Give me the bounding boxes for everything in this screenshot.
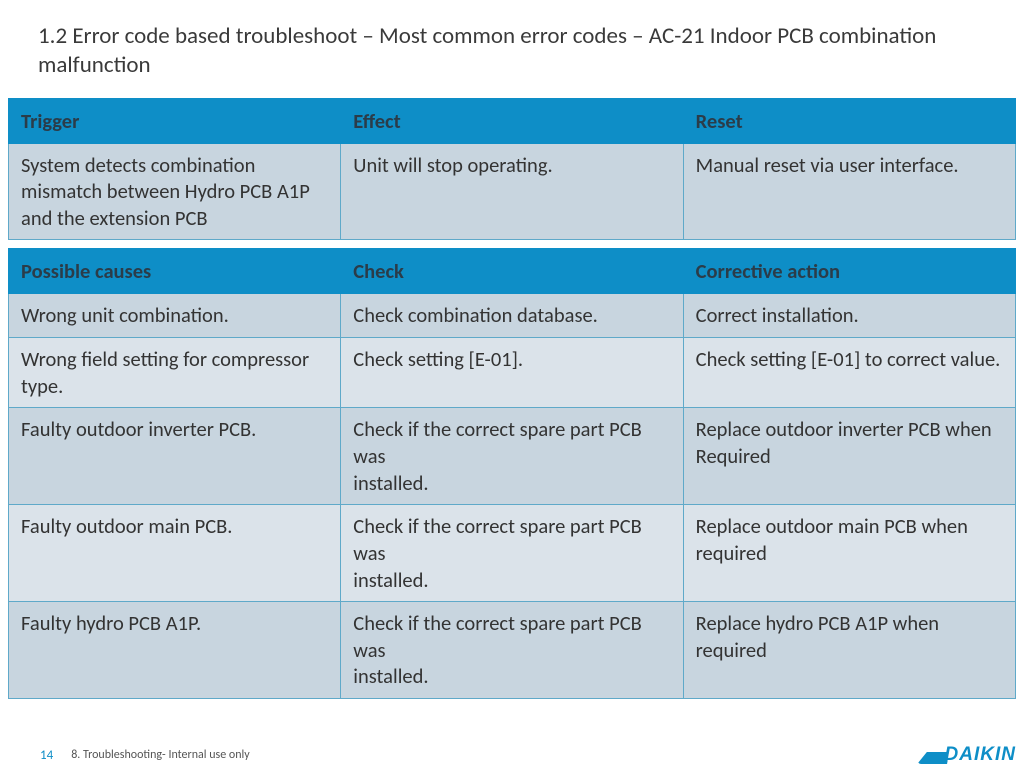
cell-action: Correct installation. [683,294,1015,338]
cell-trigger: System detects combination mismatch betw… [9,143,341,240]
cell-cause: Wrong field setting for compressor type. [9,338,341,408]
page-title: 1.2 Error code based troubleshoot – Most… [0,0,1024,98]
th-causes: Possible causes [9,249,341,294]
cell-action: Replace hydro PCB A1P when required [683,602,1015,699]
cell-check: Check setting [E-01]. [341,338,683,408]
cell-cause: Wrong unit combination. [9,294,341,338]
cell-action: Replace outdoor inverter PCB whenRequire… [683,408,1015,505]
cell-check: Check combination database. [341,294,683,338]
brand-name: DAIKIN [945,744,1016,766]
table-trigger-effect-reset: Trigger Effect Reset System detects comb… [8,98,1016,241]
cell-reset: Manual reset via user interface. [683,143,1015,240]
table-row: System detects combination mismatch betw… [9,143,1016,240]
cell-check: Check if the correct spare part PCB wasi… [341,602,683,699]
cell-check: Check if the correct spare part PCB wasi… [341,505,683,602]
cell-cause: Faulty outdoor inverter PCB. [9,408,341,505]
table-row: Faulty outdoor inverter PCB. Check if th… [9,408,1016,505]
cell-cause: Faulty outdoor main PCB. [9,505,341,602]
footer-doc-title: 8. Troubleshooting- Internal use only [71,748,250,762]
cell-effect: Unit will stop operating. [341,143,683,240]
footer: 14 8. Troubleshooting- Internal use only [0,742,1024,768]
swoosh-icon [919,746,941,764]
brand-logo: DAIKIN [919,744,1016,766]
table-row: Wrong field setting for compressor type.… [9,338,1016,408]
table-row: Wrong unit combination. Check combinatio… [9,294,1016,338]
cell-cause: Faulty hydro PCB A1P. [9,602,341,699]
table-row: Faulty hydro PCB A1P. Check if the corre… [9,602,1016,699]
page-number: 14 [0,748,71,763]
table-causes-check-action: Possible causes Check Corrective action … [8,248,1016,699]
content-area: Trigger Effect Reset System detects comb… [0,98,1024,700]
cell-action: Replace outdoor main PCB when required [683,505,1015,602]
table-row: Faulty outdoor main PCB. Check if the co… [9,505,1016,602]
cell-action: Check setting [E-01] to correct value. [683,338,1015,408]
th-action: Corrective action [683,249,1015,294]
cell-check: Check if the correct spare part PCB wasi… [341,408,683,505]
th-trigger: Trigger [9,98,341,143]
th-effect: Effect [341,98,683,143]
th-reset: Reset [683,98,1015,143]
th-check: Check [341,249,683,294]
